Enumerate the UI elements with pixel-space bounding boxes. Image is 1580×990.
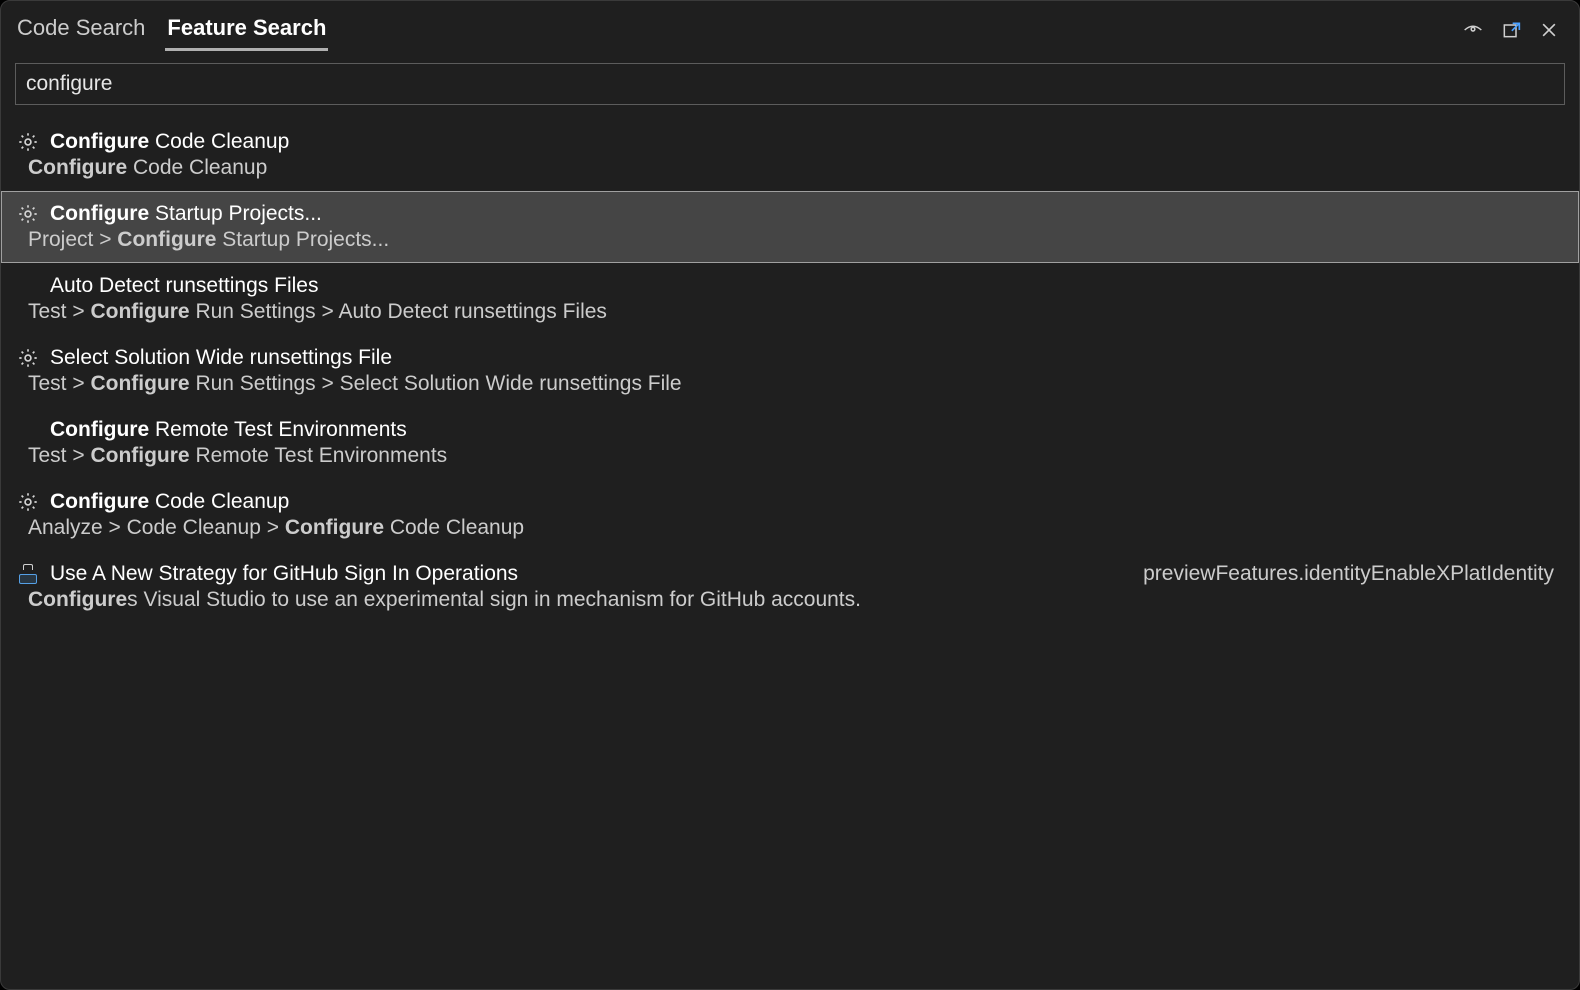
gear-icon (16, 130, 40, 154)
result-title: Configure Code Cleanup (16, 130, 289, 154)
result-path: Project > Configure Startup Projects... (28, 228, 1564, 252)
empty-icon (16, 418, 40, 442)
gear-icon (16, 202, 40, 226)
gear-icon (16, 490, 40, 514)
result-path: Analyze > Code Cleanup > Configure Code … (28, 516, 1564, 540)
result-path: Configure Code Cleanup (28, 156, 1564, 180)
result-path: Test > Configure Run Settings > Auto Det… (28, 300, 1564, 324)
result-title: Use A New Strategy for GitHub Sign In Op… (16, 562, 518, 586)
open-external-icon[interactable] (1501, 20, 1521, 40)
result-item[interactable]: Auto Detect runsettings FilesTest > Conf… (1, 263, 1579, 335)
preview-icon[interactable] (1463, 20, 1483, 40)
result-item[interactable]: Use A New Strategy for GitHub Sign In Op… (1, 551, 1579, 623)
result-path: Test > Configure Remote Test Environment… (28, 444, 1564, 468)
feature-search-window: Code Search Feature Search Configure Cod… (0, 0, 1580, 990)
search-input[interactable] (15, 63, 1565, 105)
result-title: Configure Remote Test Environments (16, 418, 407, 442)
result-title: Auto Detect runsettings Files (16, 274, 318, 298)
gear-icon (16, 346, 40, 370)
tab-code-search[interactable]: Code Search (15, 9, 147, 51)
tabs: Code Search Feature Search (15, 9, 328, 51)
result-meta: previewFeatures.identityEnableXPlatIdent… (1143, 562, 1564, 586)
tab-feature-search[interactable]: Feature Search (165, 9, 328, 51)
result-item[interactable]: Configure Code CleanupConfigure Code Cle… (1, 119, 1579, 191)
search-wrap (1, 51, 1579, 111)
header: Code Search Feature Search (1, 1, 1579, 51)
toolbox-icon (16, 562, 40, 586)
result-path: Configures Visual Studio to use an exper… (28, 588, 1564, 612)
results-list: Configure Code CleanupConfigure Code Cle… (1, 111, 1579, 623)
result-item[interactable]: Configure Remote Test EnvironmentsTest >… (1, 407, 1579, 479)
result-path: Test > Configure Run Settings > Select S… (28, 372, 1564, 396)
result-title: Configure Code Cleanup (16, 490, 289, 514)
result-title: Configure Startup Projects... (16, 202, 322, 226)
result-item[interactable]: Configure Code CleanupAnalyze > Code Cle… (1, 479, 1579, 551)
empty-icon (16, 274, 40, 298)
result-item[interactable]: Configure Startup Projects...Project > C… (1, 191, 1579, 263)
header-icons (1463, 20, 1565, 40)
result-item[interactable]: Select Solution Wide runsettings FileTes… (1, 335, 1579, 407)
result-title: Select Solution Wide runsettings File (16, 346, 392, 370)
close-icon[interactable] (1539, 20, 1559, 40)
